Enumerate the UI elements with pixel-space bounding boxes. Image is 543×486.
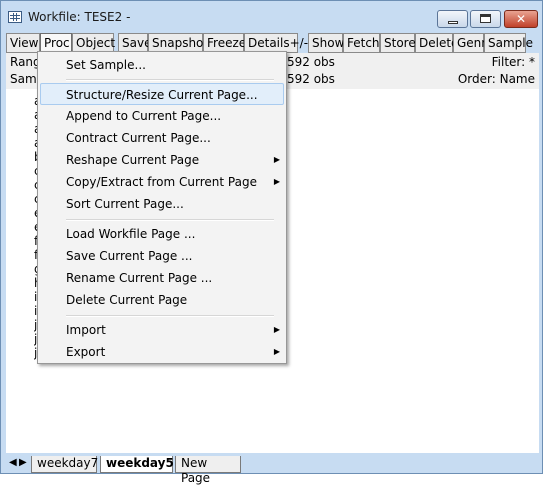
window-title: Workfile: TESE2 - xyxy=(28,10,131,24)
menu-item-export[interactable]: Export ▶ xyxy=(40,341,284,363)
menu-item-structure-resize[interactable]: Structure/Resize Current Page... xyxy=(40,83,284,105)
proc-menu: Set Sample... Structure/Resize Current P… xyxy=(37,51,287,364)
sample-button[interactable]: Sample xyxy=(484,33,533,53)
range-obs: 592 obs xyxy=(287,55,335,69)
menu-separator xyxy=(66,79,274,81)
title-bar[interactable]: Workfile: TESE2 - xyxy=(1,1,542,32)
submenu-arrow-icon: ▶ xyxy=(273,347,280,356)
minimize-button[interactable] xyxy=(437,10,468,28)
submenu-arrow-icon: ▶ xyxy=(273,325,280,334)
tab-weekday7[interactable]: weekday7 xyxy=(31,456,98,473)
menu-item-copy-extract[interactable]: Copy/Extract from Current Page ▶ xyxy=(40,171,284,193)
menu-separator xyxy=(66,219,274,221)
maximize-button[interactable] xyxy=(470,10,501,28)
filter-label: Filter: * xyxy=(491,55,535,69)
menu-item-append[interactable]: Append to Current Page... xyxy=(40,105,284,127)
freeze-button[interactable]: Freeze xyxy=(203,33,246,53)
menu-separator xyxy=(66,315,274,317)
menu-item-load-page[interactable]: Load Workfile Page ... xyxy=(40,223,284,245)
genr-button[interactable]: Genr xyxy=(453,33,486,53)
details-button[interactable]: Details+/- xyxy=(244,33,308,53)
delete-button[interactable]: Delete xyxy=(415,33,458,53)
menu-item-sort[interactable]: Sort Current Page... xyxy=(40,193,284,215)
menu-item-rename-page[interactable]: Rename Current Page ... xyxy=(40,267,284,289)
object-button[interactable]: Object xyxy=(72,33,115,53)
menu-item-import[interactable]: Import ▶ xyxy=(40,319,284,341)
show-button[interactable]: Show xyxy=(308,33,344,53)
tab-scroll-left-icon[interactable]: ◀ xyxy=(9,457,19,468)
close-button[interactable] xyxy=(504,10,538,28)
proc-button[interactable]: Proc xyxy=(40,33,72,53)
workfile-icon xyxy=(8,11,22,23)
submenu-arrow-icon: ▶ xyxy=(273,177,280,186)
menu-item-save-page[interactable]: Save Current Page ... xyxy=(40,245,284,267)
snapshot-button[interactable]: Snapshot xyxy=(148,33,208,53)
store-button[interactable]: Store xyxy=(380,33,416,53)
menu-item-contract[interactable]: Contract Current Page... xyxy=(40,127,284,149)
menu-item-reshape[interactable]: Reshape Current Page ▶ xyxy=(40,149,284,171)
sample-obs: 592 obs xyxy=(287,72,335,86)
tab-scroll-right-icon[interactable]: ▶ xyxy=(19,457,29,468)
view-button[interactable]: View xyxy=(6,33,40,53)
tab-new-page[interactable]: New Page xyxy=(175,456,241,485)
tab-weekday5[interactable]: weekday5 xyxy=(100,456,174,473)
save-button[interactable]: Save xyxy=(118,33,151,53)
menu-item-delete-page[interactable]: Delete Current Page xyxy=(40,289,284,311)
submenu-arrow-icon: ▶ xyxy=(273,155,280,164)
menu-item-set-sample[interactable]: Set Sample... xyxy=(40,54,284,76)
order-label: Order: Name xyxy=(457,72,535,86)
fetch-button[interactable]: Fetch xyxy=(343,33,380,53)
